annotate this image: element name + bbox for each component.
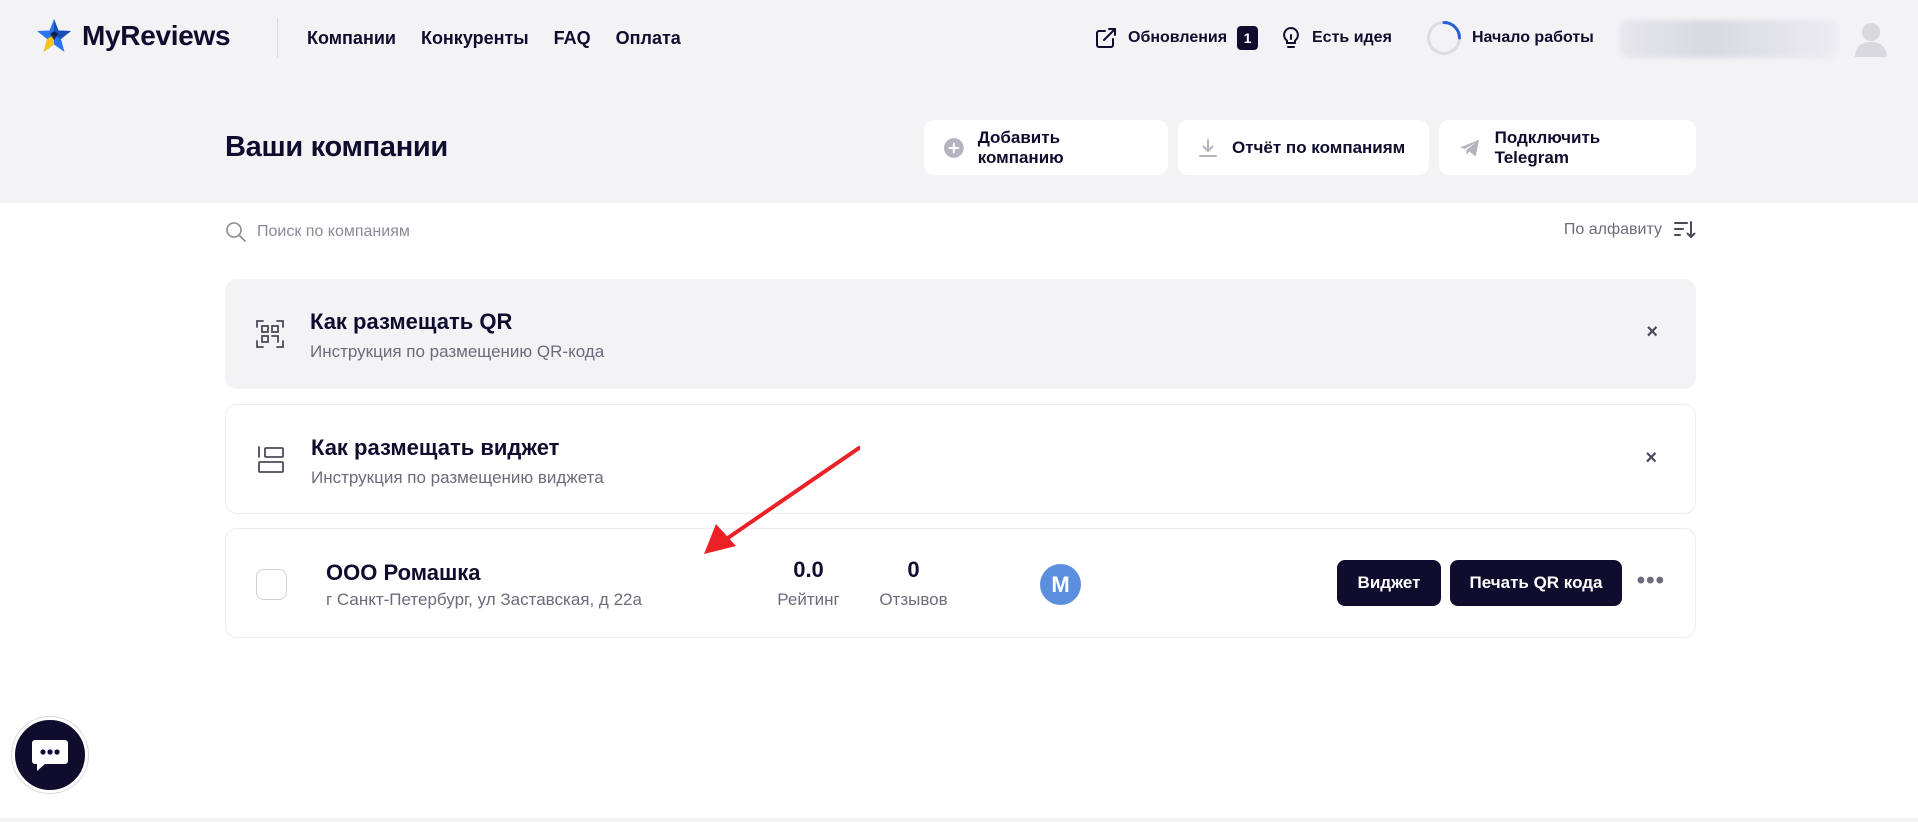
chat-icon	[32, 740, 68, 771]
company-select-checkbox[interactable]	[256, 569, 287, 600]
company-row[interactable]: ООО Ромашка г Санкт-Петербург, ул Застав…	[225, 528, 1696, 638]
nav-item-faq[interactable]: FAQ	[554, 28, 591, 49]
search-box	[225, 221, 557, 243]
idea-label: Есть идея	[1312, 29, 1392, 46]
main-nav: Компании Конкуренты FAQ Оплата	[307, 28, 681, 49]
add-company-button[interactable]: Добавить компанию	[924, 120, 1168, 175]
company-name[interactable]: ООО Ромашка	[326, 560, 481, 586]
getting-started-link[interactable]: Начало работы	[1426, 20, 1594, 56]
user-avatar-icon[interactable]	[1853, 20, 1889, 58]
widget-layout-icon	[258, 446, 284, 473]
lightbulb-icon	[1283, 27, 1299, 48]
sort-control[interactable]: По алфавиту	[1564, 220, 1696, 240]
header: MyReviews Компании Конкуренты FAQ Оплата…	[0, 0, 1918, 78]
chat-button[interactable]	[12, 717, 88, 793]
rating-label: Рейтинг	[777, 590, 840, 609]
telegram-label: Подключить Telegram	[1494, 127, 1601, 167]
qr-card-title: Как размещать QR	[310, 309, 513, 334]
telegram-plane-icon	[1459, 139, 1480, 156]
updates-label: Обновления	[1128, 29, 1228, 46]
bottom-edge	[0, 818, 1918, 822]
logo[interactable]: MyReviews	[36, 18, 231, 54]
close-icon[interactable]: ×	[1646, 321, 1658, 344]
widget-instruction-card[interactable]: Как размещать виджет Инструкция по разме…	[225, 404, 1696, 514]
getting-started-label: Начало работы	[1472, 29, 1594, 46]
widget-button[interactable]: Виджет	[1337, 560, 1441, 606]
platform-badge[interactable]: M	[1040, 564, 1081, 605]
connect-telegram-button[interactable]: Подключить Telegram	[1439, 120, 1696, 175]
search-input[interactable]	[257, 223, 557, 241]
search-icon	[226, 222, 246, 242]
reviews-label: Отзывов	[879, 590, 948, 609]
qr-instruction-card[interactable]: Как размещать QR Инструкция по размещени…	[225, 279, 1696, 389]
report-button[interactable]: Отчёт по компаниям	[1178, 120, 1429, 175]
rating-stat: 0.0 Рейтинг	[766, 557, 851, 610]
header-divider	[277, 18, 278, 58]
qr-scan-icon	[256, 320, 284, 348]
print-qr-button[interactable]: Печать QR кода	[1450, 560, 1622, 606]
more-options-icon[interactable]: •••	[1637, 567, 1665, 595]
nav-item-companies[interactable]: Компании	[307, 28, 396, 49]
nav-item-competitors[interactable]: Конкуренты	[421, 28, 529, 49]
widget-card-title: Как размещать виджет	[311, 435, 560, 460]
red-arrow-annotation	[704, 446, 860, 554]
sort-icon	[1674, 221, 1696, 238]
widget-card-subtitle: Инструкция по размещению виджета	[311, 468, 604, 487]
company-address: г Санкт-Петербург, ул Заставская, д 22а	[326, 590, 642, 609]
reviews-value: 0	[907, 557, 920, 582]
updates-count-badge: 1	[1237, 26, 1259, 50]
external-link-icon	[1096, 28, 1116, 48]
star-logo-icon	[37, 19, 71, 52]
nav-item-payment[interactable]: Оплата	[616, 28, 681, 49]
report-label: Отчёт по компаниям	[1232, 137, 1406, 157]
updates-link[interactable]: Обновления 1	[1094, 22, 1259, 54]
plus-circle-icon	[944, 137, 964, 158]
qr-card-subtitle: Инструкция по размещению QR-кода	[310, 342, 605, 361]
progress-ring-icon	[1427, 21, 1461, 55]
idea-link[interactable]: Есть идея	[1280, 22, 1392, 54]
add-company-label: Добавить компанию	[977, 127, 1064, 167]
sort-label: По алфавиту	[1563, 221, 1662, 238]
download-icon	[1199, 138, 1217, 157]
close-icon[interactable]: ×	[1645, 447, 1657, 470]
reviews-stat: 0 Отзывов	[871, 557, 956, 610]
account-name-blurred[interactable]	[1620, 20, 1838, 58]
page-title: Ваши компании	[225, 131, 448, 163]
logo-text: MyReviews	[82, 20, 231, 51]
